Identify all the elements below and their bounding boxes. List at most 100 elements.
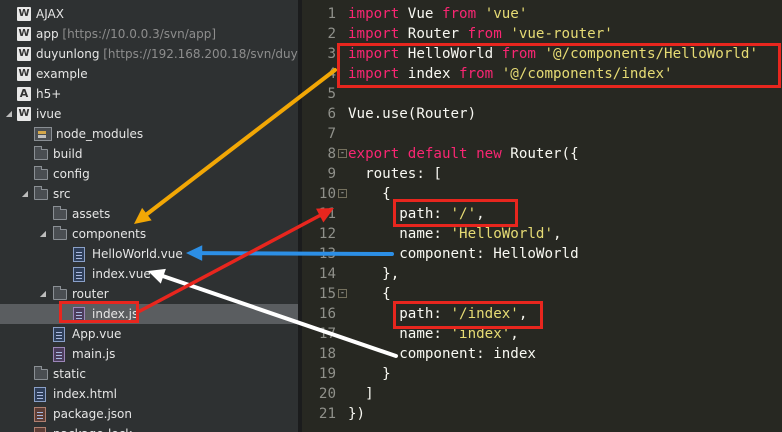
code-line[interactable]: 3 import HelloWorld from '@/components/He… [302,44,782,64]
folder-icon [34,366,48,380]
code-line[interactable]: 18 component: index [302,344,782,364]
expand-toggle-icon[interactable]: ◢ [38,229,48,239]
tree-item-label: package-lock [53,424,132,432]
code-line[interactable]: 13 component: HelloWorld [302,244,782,264]
code-text: import HelloWorld from '@/components/Hel… [348,46,759,62]
line-number: 10 [318,186,336,202]
code-line[interactable]: 20 ] [302,384,782,404]
tree-item-label: example [36,67,88,81]
tree-item-static[interactable]: static [0,364,298,384]
line-number: 11 [318,206,336,222]
folder-icon [34,146,48,160]
tree-item-label: assets [72,207,111,221]
tree-item-index-html[interactable]: index.html [0,384,298,404]
tree-item-h5-[interactable]: Ah5+ [0,84,298,104]
tree-item-index-js[interactable]: index.js [0,304,298,324]
vue-file-icon [73,267,85,282]
code-text: path: '/', [348,206,485,222]
vue-file-icon [73,247,85,262]
tree-item-build[interactable]: build [0,144,298,164]
code-line[interactable]: 2 import Router from 'vue-router' [302,24,782,44]
line-number: 18 [318,346,336,362]
line-number: 14 [318,266,336,282]
code-line[interactable]: 9 routes: [ [302,164,782,184]
tree-item-label: AJAX [36,7,64,21]
expand-toggle-icon[interactable]: ◢ [20,189,30,199]
code-line[interactable]: 1 import Vue from 'vue' [302,4,782,24]
json-file-icon [34,427,46,432]
js-file-icon [53,347,65,362]
code-editor[interactable]: 1 import Vue from 'vue' 2 import Router fro… [302,0,782,432]
tree-item-label: duyunlong [https://192.168.200.18/svn/du… [36,44,298,64]
w-project-icon: W [17,107,31,121]
tree-item-main-js[interactable]: main.js [0,344,298,364]
code-line[interactable]: 19 } [302,364,782,384]
tree-item-node-modules[interactable]: node_modules [0,124,298,144]
folder-icon [34,186,48,200]
tree-item-label: app [https://10.0.0.3/svn/app] [36,27,217,41]
line-number: 20 [318,386,336,402]
tree-item-label: static [53,367,86,381]
tree-item-components[interactable]: ◢ components [0,224,298,244]
code-line[interactable]: 11 path: '/', [302,204,782,224]
code-line[interactable]: 6 Vue.use(Router) [302,104,782,124]
svn-project-icon: W [17,27,31,41]
tree-item-app[interactable]: Wapp [https://10.0.0.3/svn/app] [0,24,298,44]
code-line[interactable]: 7 [302,124,782,144]
tree-item-config[interactable]: config [0,164,298,184]
json-file-icon [34,407,46,422]
tree-item-label: h5+ [36,87,62,101]
code-line[interactable]: 17 name: 'index', [302,324,782,344]
code-text: import Router from 'vue-router' [348,26,613,42]
tree-item-label: main.js [72,347,116,361]
code-text: import index from '@/components/index' [348,66,673,82]
tree-item-duyunlong[interactable]: Wduyunlong [https://192.168.200.18/svn/d… [0,44,298,64]
code-text: ] [348,386,374,402]
tree-item-ajax[interactable]: W AJAX [0,4,298,24]
tree-item-label: App.vue [72,327,122,341]
fold-toggle-icon[interactable]: - [338,149,347,158]
tree-item-assets[interactable]: assets [0,204,298,224]
tree-item-example[interactable]: Wexample [0,64,298,84]
fold-toggle-icon[interactable]: - [338,289,347,298]
code-line[interactable]: 10- { [302,184,782,204]
line-number: 21 [318,406,336,422]
fold-toggle-icon[interactable]: - [338,189,347,198]
line-number: 3 [327,46,336,62]
tree-item-app-vue[interactable]: App.vue [0,324,298,344]
code-text: Vue.use(Router) [348,106,477,122]
code-line[interactable]: 8- export default new Router({ [302,144,782,164]
tree-item-package-json[interactable]: package.json [0,404,298,424]
expand-toggle-icon[interactable]: ◢ [38,289,48,299]
tree-item-router[interactable]: ◢ router [0,284,298,304]
tree-item-index-vue[interactable]: index.vue [0,264,298,284]
code-line[interactable]: 16 path: '/index', [302,304,782,324]
line-number: 16 [318,306,336,322]
expand-toggle-icon[interactable]: ◢ [4,109,14,119]
tree-item-ivue[interactable]: ◢ Wivue [0,104,298,124]
tree-item-helloworld-vue[interactable]: HelloWorld.vue [0,244,298,264]
tree-item-label: index.js [92,307,139,321]
svn-url-label: [https://10.0.0.3/svn/app] [58,27,217,41]
tree-item-label: ivue [36,107,62,121]
vue-file-icon [53,327,65,342]
code-text: routes: [ [348,166,442,182]
w-project-icon: W [17,67,31,81]
line-number: 2 [327,26,336,42]
folder-icon [34,166,48,180]
tree-item-package-lock[interactable]: package-lock [0,424,298,432]
tree-item-label: node_modules [56,127,144,141]
code-line[interactable]: 5 [302,84,782,104]
code-text: { [348,186,391,202]
tree-item-src[interactable]: ◢ src [0,184,298,204]
tree-item-label: package.json [53,407,133,421]
code-line[interactable]: 4 import index from '@/components/index' [302,64,782,84]
code-text: export default new Router({ [348,146,579,162]
folder-icon [53,206,67,220]
code-text: } [348,366,391,382]
code-line[interactable]: 15- { [302,284,782,304]
code-line[interactable]: 14 }, [302,264,782,284]
tree-item-label: index.html [53,387,117,401]
code-line[interactable]: 21}) [302,404,782,424]
code-line[interactable]: 12 name: 'HelloWorld', [302,224,782,244]
